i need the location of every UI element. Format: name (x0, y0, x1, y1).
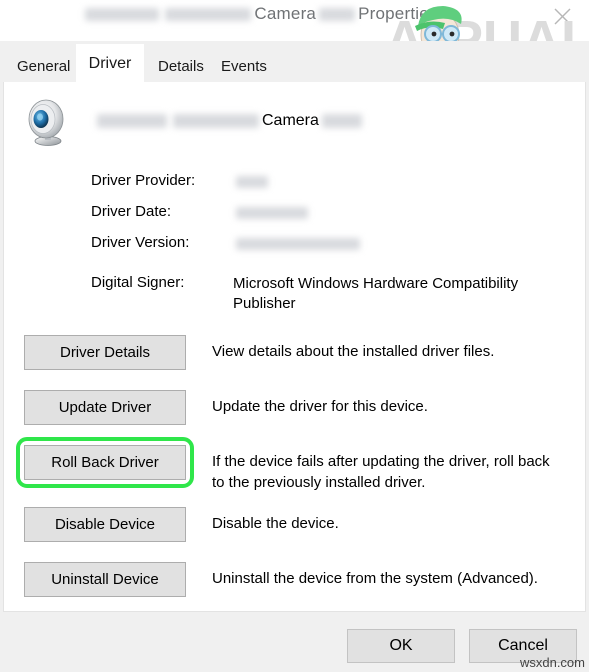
redacted-driver-provider (236, 176, 268, 189)
window-title-visible-1: Camera (254, 4, 317, 23)
tab-strip: General Driver Details Events (0, 41, 589, 83)
redacted-device-part-1 (97, 113, 167, 128)
webcam-icon (22, 97, 74, 147)
driver-details-button[interactable]: Driver Details (24, 335, 186, 370)
tab-details[interactable]: Details (147, 49, 215, 83)
device-name: Camera (94, 112, 365, 130)
tab-general[interactable]: General (6, 49, 81, 83)
driver-date-value (233, 203, 553, 223)
redacted-title-part-2 (165, 8, 252, 22)
redacted-title-part-3 (319, 8, 356, 22)
title-bar: CameraProperties A PUALS (0, 0, 589, 70)
uninstall-device-button[interactable]: Uninstall Device (24, 562, 186, 597)
digital-signer-value: Microsoft Windows Hardware Compatibility… (233, 275, 519, 312)
update-driver-description: Update the driver for this device. (212, 398, 428, 415)
close-button[interactable] (539, 0, 585, 32)
tab-details-label: Details (158, 57, 204, 75)
tab-driver-label: Driver (88, 54, 132, 72)
redacted-driver-version (236, 238, 360, 251)
redacted-title-part-1 (85, 8, 160, 22)
driver-version-value (233, 234, 553, 254)
window-title: Camera Properties (0, 4, 520, 24)
update-driver-button[interactable]: Update Driver (24, 390, 186, 425)
redacted-driver-date (236, 207, 308, 220)
disable-device-button[interactable]: Disable Device (24, 507, 186, 542)
window-title-visible-2: Properties (358, 4, 438, 23)
site-watermark: wsxdn.com (519, 655, 585, 670)
redacted-device-part-3 (321, 113, 362, 128)
digital-signer-label: Digital Signer: (91, 274, 185, 291)
driver-date-label: Driver Date: (91, 203, 172, 220)
driver-provider-value (233, 172, 553, 192)
ok-button[interactable]: OK (347, 629, 455, 663)
tab-events-label: Events (221, 57, 267, 75)
driver-tab-panel: Camera Driver Provider: Driver Date: Dri… (3, 82, 586, 612)
tab-events[interactable]: Events (210, 49, 278, 83)
dialog-footer: OK Cancel wsxdn.com (0, 612, 589, 672)
disable-device-description: Disable the device. (212, 515, 339, 532)
device-properties-dialog: CameraProperties A PUALS (0, 0, 589, 672)
tab-general-label: General (17, 57, 71, 75)
roll-back-driver-description: If the device fails after updating the d… (212, 453, 550, 491)
driver-details-description: View details about the installed driver … (212, 343, 495, 360)
redacted-device-part-2 (173, 113, 259, 128)
driver-provider-label: Driver Provider: (91, 172, 196, 189)
driver-version-label: Driver Version: (91, 234, 190, 251)
close-icon (554, 8, 571, 25)
tab-driver[interactable]: Driver (76, 44, 144, 83)
uninstall-device-description: Uninstall the device from the system (Ad… (212, 570, 538, 587)
device-name-visible: Camera (262, 112, 319, 129)
roll-back-driver-button[interactable]: Roll Back Driver (24, 445, 186, 480)
device-header: Camera (14, 92, 574, 154)
